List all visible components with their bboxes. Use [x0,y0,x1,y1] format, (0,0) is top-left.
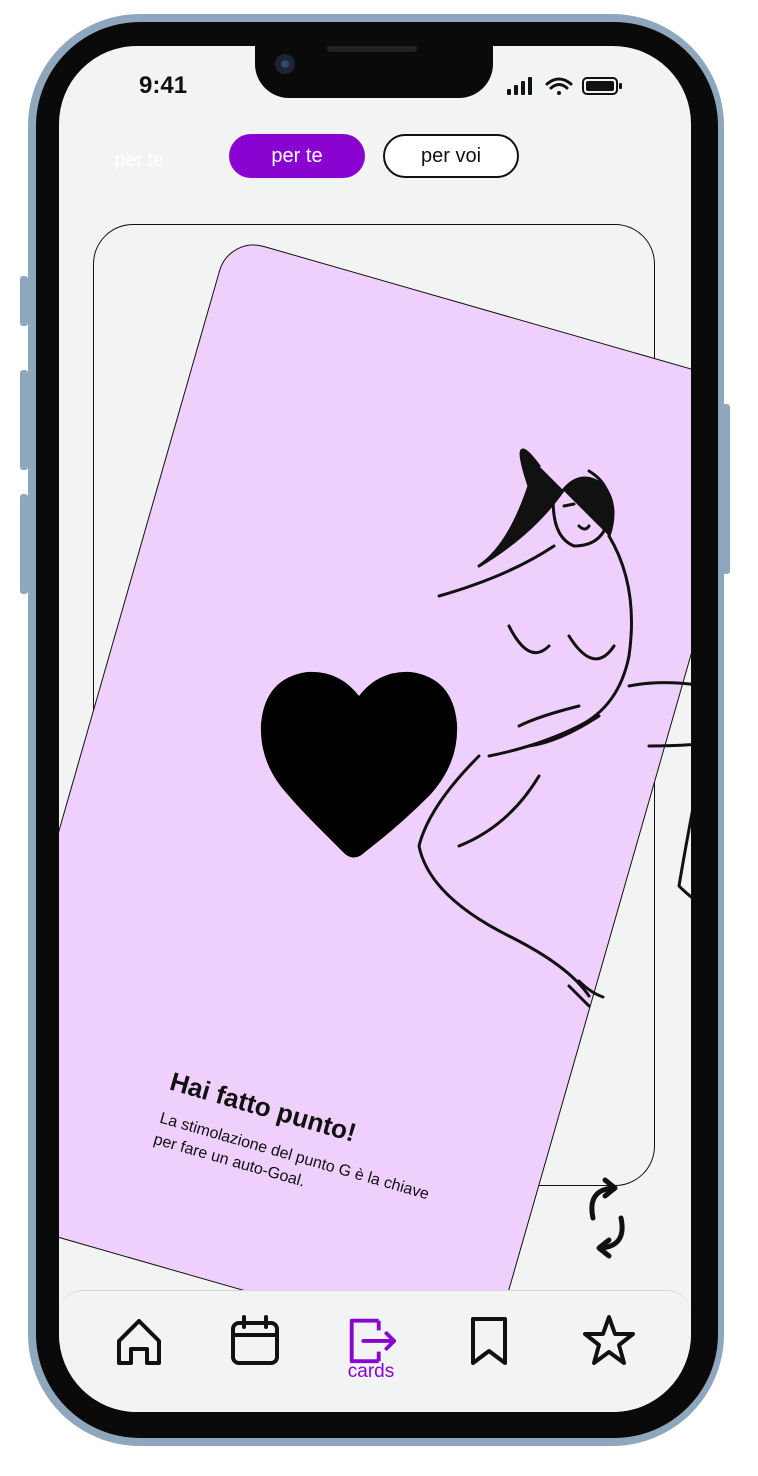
side-button-volume-up [20,370,28,470]
side-button-volume-down [20,494,28,594]
toggle-per-voi[interactable]: per voi [383,134,519,178]
calendar-icon [231,1315,279,1365]
cards-icon [349,1318,397,1364]
speaker [327,46,417,52]
camera-icon [275,54,295,74]
home-icon [117,1319,161,1365]
tab-bar: cards [59,1290,691,1412]
side-button-mute [20,276,28,326]
notch [255,46,493,98]
ghost-label: per te [115,150,164,171]
tab-home[interactable] [109,1313,169,1383]
refresh-icon[interactable] [577,1174,637,1264]
heart-icon [260,671,458,858]
body-outline [437,534,633,758]
signal-icon [507,77,532,95]
card-illustration [260,448,691,1008]
screen: 9:41 per te per te per voi Hai fatto pun… [59,46,691,1412]
wifi-icon [545,77,573,95]
leg-outline [417,754,591,998]
star-icon [583,1315,635,1365]
tab-cards-label: cards [347,1361,395,1382]
status-time: 9:41 [139,72,188,99]
tab-bookmarks[interactable] [459,1313,519,1383]
battery-icon [582,77,622,95]
tab-calendar[interactable] [225,1313,285,1383]
status-icons [507,77,622,95]
bookmark-icon [471,1317,507,1365]
tab-favorites[interactable] [579,1313,639,1383]
side-button-power [722,404,730,574]
tab-cards[interactable]: cards [341,1313,401,1383]
hair-shape [477,448,615,568]
toggle-per-te[interactable]: per te [229,134,365,178]
